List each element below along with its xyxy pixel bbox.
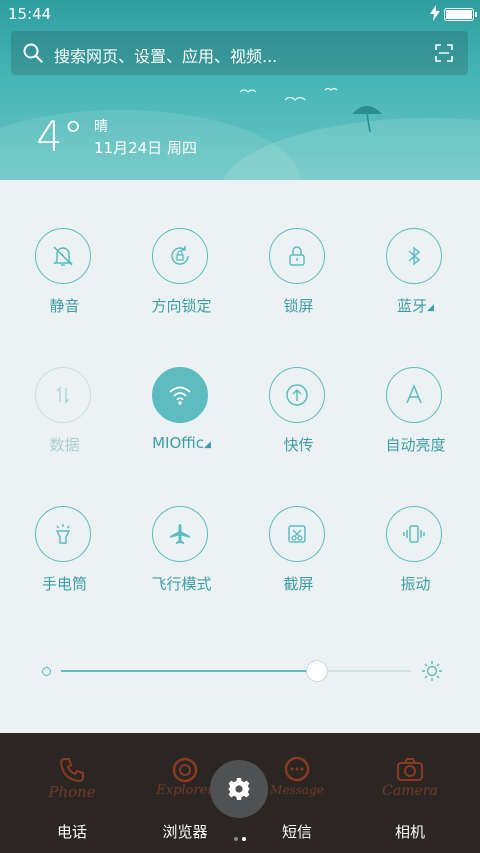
browser-icon bbox=[172, 757, 198, 783]
toggle-label: MIOffic◢ bbox=[152, 434, 211, 452]
app-doodle-text: Phone bbox=[48, 783, 96, 801]
bluetooth-icon bbox=[386, 228, 442, 284]
brightness-high-icon bbox=[422, 661, 442, 681]
app-label: 电话 bbox=[56, 823, 87, 841]
toggle-airplane-mode[interactable]: 飞行模式 bbox=[123, 458, 240, 593]
toggle-auto-brightness[interactable]: 自动亮度 bbox=[357, 319, 474, 454]
flashlight-icon bbox=[35, 506, 91, 562]
app-camera[interactable]: Camera 相机 bbox=[350, 733, 470, 853]
search-placeholder: 搜索网页、设置、应用、视频... bbox=[54, 47, 278, 66]
toggle-rotation-lock[interactable]: 方向锁定 bbox=[123, 180, 240, 315]
battery-icon bbox=[444, 8, 477, 21]
app-label: 相机 bbox=[394, 823, 425, 841]
airplane-icon bbox=[152, 506, 208, 562]
temperature: 4° bbox=[36, 112, 84, 161]
brightness-track[interactable] bbox=[61, 670, 411, 672]
toggle-label: 振动 bbox=[400, 575, 431, 593]
phone-icon bbox=[59, 758, 84, 783]
search-icon bbox=[23, 43, 43, 63]
brightness-slider[interactable] bbox=[42, 660, 442, 684]
rotation-lock-icon bbox=[152, 228, 208, 284]
menu-arrow-icon: ◢ bbox=[204, 440, 211, 450]
brightness-thumb[interactable] bbox=[305, 660, 328, 682]
toggle-label: 快传 bbox=[283, 436, 314, 454]
weather-condition: 晴 bbox=[94, 119, 108, 135]
message-icon bbox=[284, 756, 310, 782]
search-bar[interactable]: 搜索网页、设置、应用、视频... bbox=[11, 31, 468, 75]
app-phone[interactable]: Phone 电话 bbox=[12, 733, 132, 853]
toggle-label: 截屏 bbox=[283, 575, 314, 593]
status-bar: 15:44 bbox=[0, 0, 480, 28]
toggle-mobile-data[interactable]: 数据 bbox=[6, 319, 123, 454]
toggle-flashlight[interactable]: 手电筒 bbox=[6, 458, 123, 593]
toggle-label: 自动亮度 bbox=[385, 436, 446, 454]
toggle-vibrate[interactable]: 振动 bbox=[357, 458, 474, 593]
toggle-label: 静音 bbox=[49, 297, 80, 315]
toggle-screenshot[interactable]: 截屏 bbox=[240, 458, 357, 593]
screenshot-icon bbox=[269, 506, 325, 562]
quick-settings-panel: 静音 方向锁定 锁屏 蓝牙◢ 数据 MIOffic◢ 快传 自动亮度 手电筒 飞… bbox=[0, 180, 480, 733]
weather-date: 11月24日 周四 bbox=[94, 139, 197, 157]
toggle-label: 数据 bbox=[49, 436, 80, 454]
birds-decoration bbox=[239, 87, 338, 101]
toggle-bluetooth[interactable]: 蓝牙◢ bbox=[357, 180, 474, 315]
toggle-label: 方向锁定 bbox=[151, 297, 212, 315]
app-doodle-text: Camera bbox=[382, 783, 438, 799]
toggle-quick-share[interactable]: 快传 bbox=[240, 319, 357, 454]
vibrate-icon bbox=[386, 506, 442, 562]
mobile-data-icon bbox=[35, 367, 91, 423]
menu-arrow-icon: ◢ bbox=[427, 303, 434, 313]
toggle-mute[interactable]: 静音 bbox=[6, 180, 123, 315]
brightness-fill bbox=[61, 670, 317, 672]
upload-share-icon bbox=[269, 367, 325, 423]
settings-button[interactable] bbox=[210, 760, 268, 818]
umbrella-decoration bbox=[352, 106, 382, 133]
charging-icon bbox=[430, 5, 440, 21]
auto-brightness-icon bbox=[386, 367, 442, 423]
toggle-wifi[interactable]: MIOffic◢ bbox=[123, 319, 240, 452]
bell-mute-icon bbox=[35, 228, 91, 284]
page-dot bbox=[234, 837, 238, 841]
brightness-low-icon bbox=[42, 667, 51, 676]
weather-header: 15:44 搜索网页、设置、应用、视频... 4° 晴 11月24日 周四 bbox=[0, 0, 480, 180]
toggle-label: 飞行模式 bbox=[151, 575, 212, 593]
page-indicator bbox=[232, 826, 248, 845]
lock-icon bbox=[269, 228, 325, 284]
toggle-lock-screen[interactable]: 锁屏 bbox=[240, 180, 357, 315]
wifi-icon bbox=[152, 367, 208, 423]
toggle-label: 蓝牙◢ bbox=[397, 297, 434, 315]
gear-icon bbox=[228, 778, 250, 800]
scan-icon[interactable] bbox=[435, 44, 453, 62]
page-dot-active bbox=[242, 837, 246, 841]
toggle-label: 锁屏 bbox=[283, 297, 314, 315]
camera-icon bbox=[397, 758, 423, 781]
status-time: 15:44 bbox=[8, 5, 52, 23]
toggle-label: 手电筒 bbox=[41, 575, 87, 593]
app-label: 短信 bbox=[281, 823, 312, 841]
app-label: 浏览器 bbox=[162, 823, 208, 841]
